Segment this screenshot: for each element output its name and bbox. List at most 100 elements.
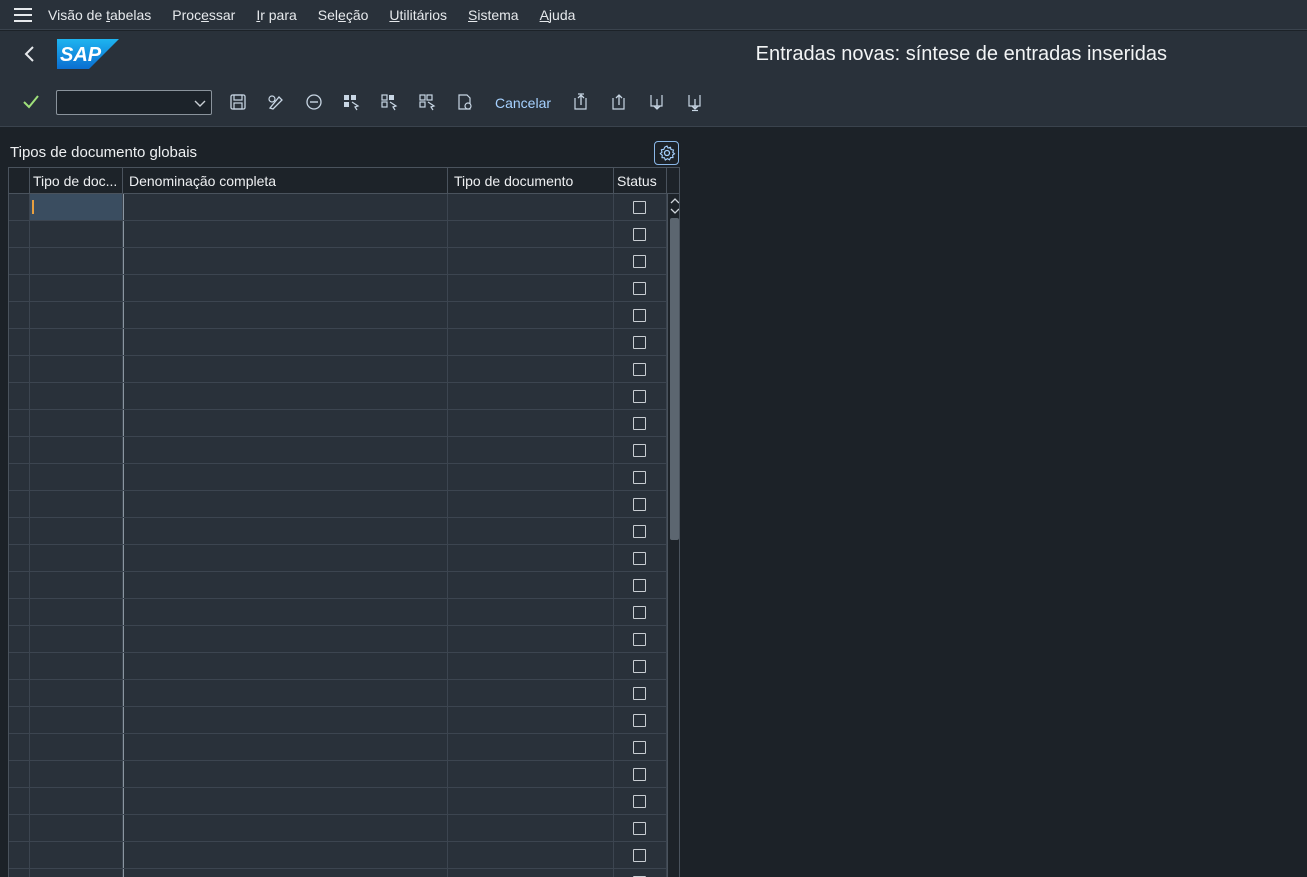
- cell-tipo-doc[interactable]: [30, 491, 123, 517]
- cell-tipo-doc[interactable]: [30, 626, 123, 652]
- tipo-documento-input[interactable]: [450, 359, 611, 379]
- table-settings-button[interactable]: [654, 141, 679, 165]
- status-checkbox[interactable]: [633, 849, 646, 862]
- tipo-documento-input[interactable]: [450, 575, 611, 595]
- cell-denominacao[interactable]: [123, 491, 448, 517]
- status-checkbox[interactable]: [633, 687, 646, 700]
- cell-denominacao[interactable]: [123, 518, 448, 544]
- tipo-documento-input[interactable]: [450, 629, 611, 649]
- denominacao-input[interactable]: [126, 305, 445, 325]
- cell-tipo-documento[interactable]: [448, 680, 614, 706]
- cell-denominacao[interactable]: [123, 248, 448, 274]
- cell-denominacao[interactable]: [123, 329, 448, 355]
- row-selector[interactable]: [9, 869, 30, 877]
- status-checkbox[interactable]: [633, 363, 646, 376]
- tipo-doc-input[interactable]: [32, 683, 120, 703]
- tipo-doc-input[interactable]: [32, 548, 120, 568]
- tipo-doc-input[interactable]: [32, 278, 120, 298]
- select-all-icon[interactable]: [341, 92, 361, 112]
- scroll-down-icon[interactable]: [669, 206, 680, 216]
- cell-tipo-doc[interactable]: [30, 518, 123, 544]
- cell-denominacao[interactable]: [123, 410, 448, 436]
- column-header-tipo-doc[interactable]: Tipo de doc...: [30, 168, 123, 194]
- tipo-documento-input[interactable]: [450, 602, 611, 622]
- cell-tipo-documento[interactable]: [448, 302, 614, 328]
- row-selector[interactable]: [9, 248, 30, 274]
- cell-tipo-doc[interactable]: [30, 383, 123, 409]
- cell-tipo-documento[interactable]: [448, 329, 614, 355]
- tipo-doc-input[interactable]: [32, 737, 120, 757]
- cell-tipo-documento[interactable]: [448, 221, 614, 247]
- enter-check-icon[interactable]: [21, 92, 41, 112]
- status-checkbox[interactable]: [633, 471, 646, 484]
- menu-item-2[interactable]: Ir para: [256, 7, 296, 23]
- row-selector[interactable]: [9, 329, 30, 355]
- delete-minus-icon[interactable]: [304, 92, 324, 112]
- chevron-down-icon[interactable]: [193, 96, 207, 110]
- cell-tipo-documento[interactable]: [448, 248, 614, 274]
- denominacao-input[interactable]: [126, 791, 445, 811]
- denominacao-input[interactable]: [126, 629, 445, 649]
- denominacao-input[interactable]: [126, 359, 445, 379]
- cell-denominacao[interactable]: [123, 572, 448, 598]
- cell-tipo-doc[interactable]: [30, 248, 123, 274]
- status-checkbox[interactable]: [633, 579, 646, 592]
- cancel-button[interactable]: Cancelar: [495, 95, 551, 111]
- tipo-doc-input[interactable]: [32, 413, 120, 433]
- cell-tipo-doc[interactable]: [30, 680, 123, 706]
- cell-denominacao[interactable]: [123, 194, 448, 220]
- cell-tipo-doc[interactable]: [30, 356, 123, 382]
- tipo-documento-input[interactable]: [450, 548, 611, 568]
- menu-item-6[interactable]: Ajuda: [540, 7, 576, 23]
- row-selector[interactable]: [9, 518, 30, 544]
- tipo-doc-input[interactable]: [32, 845, 120, 865]
- cell-tipo-documento[interactable]: [448, 383, 614, 409]
- row-selector[interactable]: [9, 302, 30, 328]
- tipo-doc-input[interactable]: [32, 710, 120, 730]
- tipo-doc-input[interactable]: [32, 575, 120, 595]
- cell-denominacao[interactable]: [123, 275, 448, 301]
- denominacao-input[interactable]: [126, 710, 445, 730]
- denominacao-input[interactable]: [126, 251, 445, 271]
- denominacao-input[interactable]: [126, 683, 445, 703]
- row-selector[interactable]: [9, 356, 30, 382]
- cell-tipo-documento[interactable]: [448, 626, 614, 652]
- status-checkbox[interactable]: [633, 498, 646, 511]
- row-selector[interactable]: [9, 545, 30, 571]
- status-checkbox[interactable]: [633, 660, 646, 673]
- cell-tipo-doc[interactable]: [30, 869, 123, 877]
- tipo-doc-input[interactable]: [32, 521, 120, 541]
- tipo-doc-input[interactable]: [32, 467, 120, 487]
- cell-tipo-doc[interactable]: [30, 842, 123, 868]
- cell-tipo-documento[interactable]: [448, 464, 614, 490]
- cell-tipo-doc[interactable]: [30, 410, 123, 436]
- cell-tipo-doc[interactable]: [30, 761, 123, 787]
- denominacao-input[interactable]: [126, 494, 445, 514]
- cell-tipo-documento[interactable]: [448, 815, 614, 841]
- tipo-documento-input[interactable]: [450, 683, 611, 703]
- cell-denominacao[interactable]: [123, 869, 448, 877]
- cell-tipo-doc[interactable]: [30, 815, 123, 841]
- tipo-documento-input[interactable]: [450, 521, 611, 541]
- tipo-doc-input[interactable]: [32, 764, 120, 784]
- tipo-documento-input[interactable]: [450, 845, 611, 865]
- cell-tipo-documento[interactable]: [448, 788, 614, 814]
- cell-denominacao[interactable]: [123, 221, 448, 247]
- cell-denominacao[interactable]: [123, 356, 448, 382]
- denominacao-input[interactable]: [126, 737, 445, 757]
- command-field[interactable]: [56, 90, 212, 115]
- row-selector[interactable]: [9, 194, 30, 220]
- cell-denominacao[interactable]: [123, 545, 448, 571]
- status-checkbox[interactable]: [633, 633, 646, 646]
- cell-tipo-documento[interactable]: [448, 518, 614, 544]
- tipo-doc-input[interactable]: [32, 629, 120, 649]
- status-checkbox[interactable]: [633, 552, 646, 565]
- select-block-icon[interactable]: [379, 92, 399, 112]
- denominacao-input[interactable]: [126, 467, 445, 487]
- menu-item-3[interactable]: Seleção: [318, 7, 369, 23]
- cell-tipo-documento[interactable]: [448, 572, 614, 598]
- next-page-icon[interactable]: [647, 92, 667, 112]
- vertical-scrollbar[interactable]: [667, 194, 680, 877]
- row-selector[interactable]: [9, 788, 30, 814]
- denominacao-input[interactable]: [126, 386, 445, 406]
